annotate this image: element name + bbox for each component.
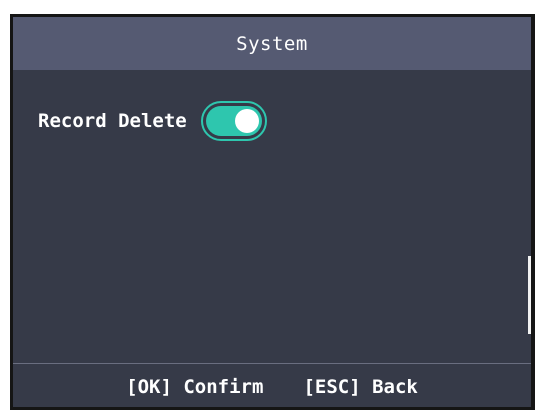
scrollbar[interactable] (528, 256, 531, 334)
page-title: System (236, 32, 308, 55)
record-delete-toggle[interactable] (200, 101, 267, 141)
confirm-hint[interactable]: [OK] Confirm (126, 376, 263, 398)
setting-row-record-delete[interactable]: Record Delete (13, 99, 267, 143)
footer-bar: [OK] Confirm [ESC] Back (13, 366, 531, 407)
header-bar: System (13, 17, 531, 70)
back-hint[interactable]: [ESC] Back (303, 376, 417, 398)
screen: System Record Delete [OK] Confirm [ESC] … (13, 17, 531, 407)
setting-label: Record Delete (38, 110, 187, 132)
toggle-track (205, 106, 262, 136)
footer-divider (13, 363, 531, 364)
toggle-knob (234, 109, 259, 133)
device-frame: System Record Delete [OK] Confirm [ESC] … (10, 14, 535, 410)
